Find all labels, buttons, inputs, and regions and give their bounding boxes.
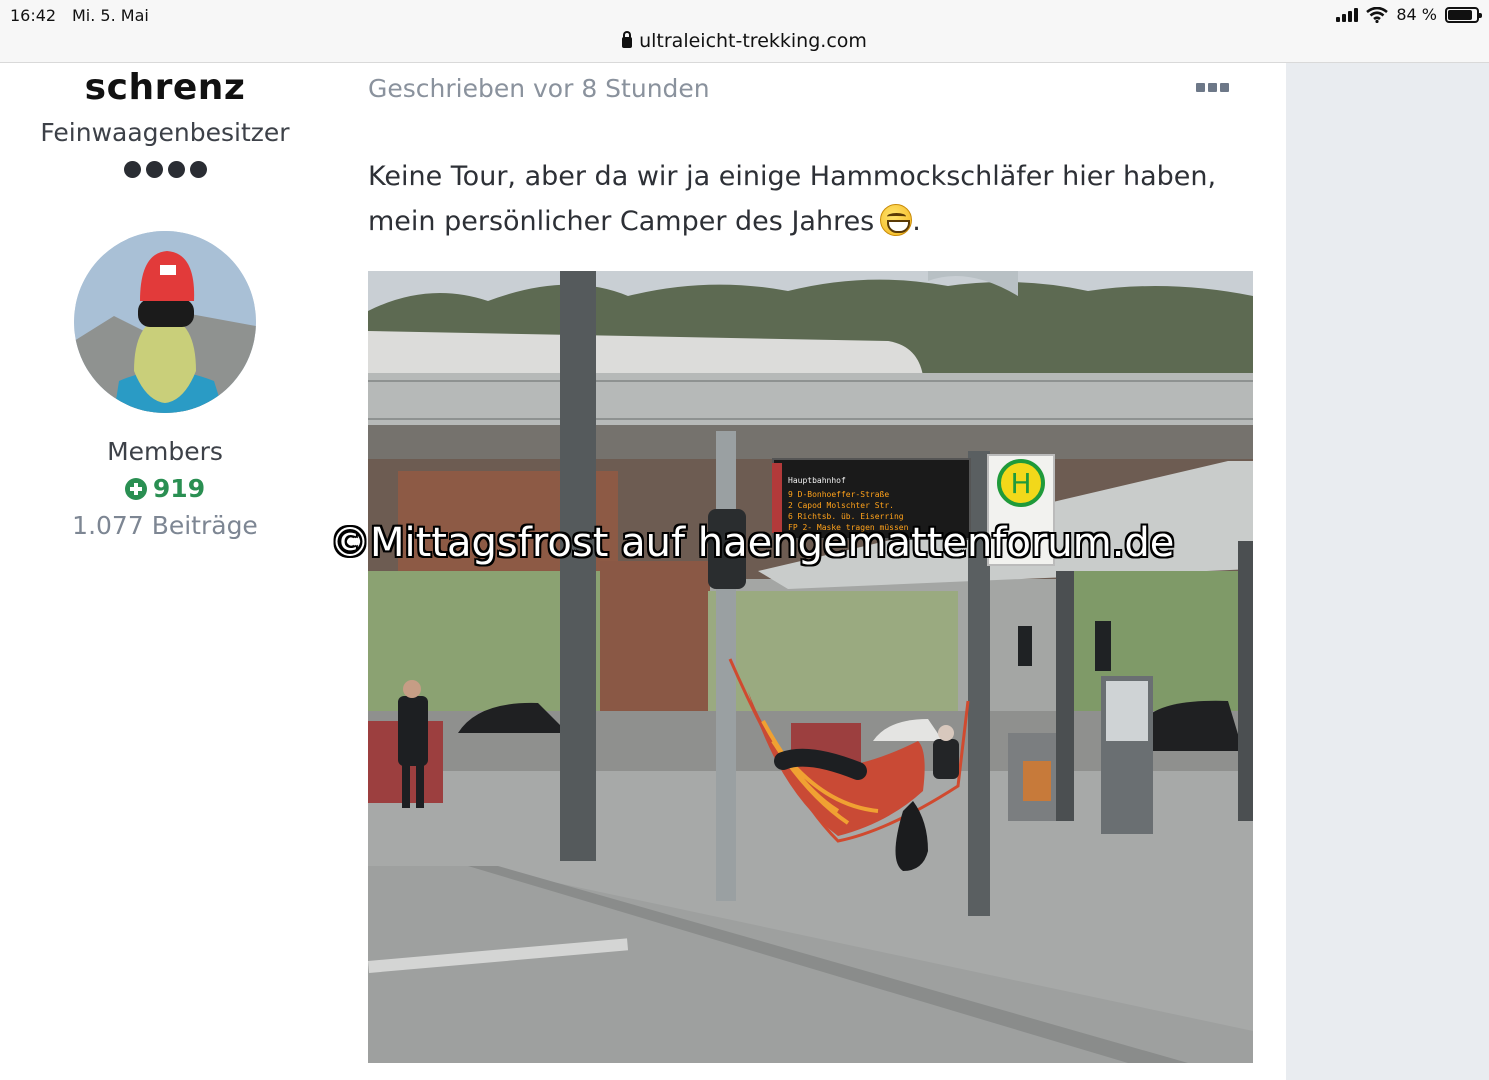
battery-icon xyxy=(1445,6,1482,23)
post-photo[interactable]: Hauptbahnhof 9 D-Bonhoeffer-Straße 2 Capo… xyxy=(368,271,1253,1063)
avatar-image xyxy=(74,231,256,413)
status-time: 16:42 xyxy=(10,6,57,25)
post-content: Keine Tour, aber da wir ja einige Hammoc… xyxy=(368,154,1248,244)
author-panel: schrenz Feinwaagenbesitzer Members 919 1… xyxy=(20,63,310,540)
avatar[interactable] xyxy=(74,231,256,413)
lock-icon xyxy=(622,31,633,48)
post-timestamp[interactable]: Geschrieben vor 8 Stunden xyxy=(368,74,710,103)
watermark: ©Mittagsfrost auf haengemattenforum.de xyxy=(330,520,1175,566)
rank-dot xyxy=(123,161,141,178)
wifi-icon xyxy=(1366,6,1389,23)
stop-sign-letter: H xyxy=(1010,467,1031,500)
board-line: 2 Capod Molschter Str. xyxy=(788,501,894,510)
signal-icon xyxy=(1336,7,1359,22)
post-text-line-1: Keine Tour, aber da wir ja einige Hammoc… xyxy=(368,161,1217,192)
status-bar: 16:42 Mi. 5. Mai 84 % xyxy=(0,0,1489,30)
more-icon[interactable] xyxy=(1196,83,1229,92)
reputation-value: 919 xyxy=(152,474,206,503)
right-gutter xyxy=(1286,63,1489,1080)
status-date: Mi. 5. Mai xyxy=(72,6,149,25)
rank-dot xyxy=(145,161,163,178)
status-indicators: 84 % xyxy=(1336,5,1482,24)
grinning-emoji-icon xyxy=(880,204,913,236)
board-line: 9 D-Bonhoeffer-Straße xyxy=(788,490,889,499)
author-title: Feinwaagenbesitzer xyxy=(40,118,290,147)
post-text-line-2-wrap: mein persönlicher Camper des Jahres. xyxy=(368,199,1248,244)
rank-dots xyxy=(20,161,310,178)
board-header: Hauptbahnhof xyxy=(788,476,846,485)
author-group: Members xyxy=(107,437,223,466)
post-text-end: . xyxy=(912,206,921,237)
post-text-line-2: mein persönlicher Camper des Jahres xyxy=(368,206,875,237)
author-name[interactable]: schrenz xyxy=(20,67,310,108)
url-text: ultraleicht-trekking.com xyxy=(639,30,867,52)
battery-percent: 84 % xyxy=(1396,5,1437,24)
rank-dot xyxy=(167,161,185,178)
photo-scene: Hauptbahnhof 9 D-Bonhoeffer-Straße 2 Capo… xyxy=(368,271,1253,1063)
reputation-badge: 919 xyxy=(20,474,310,503)
battery-level-fill xyxy=(1448,9,1472,20)
plus-icon xyxy=(124,477,147,500)
address-bar[interactable]: ultraleicht-trekking.com xyxy=(0,30,1489,63)
rank-dot xyxy=(189,161,207,178)
url-field[interactable]: ultraleicht-trekking.com xyxy=(0,30,1489,52)
post-count: 1.077 Beiträge xyxy=(72,511,258,540)
